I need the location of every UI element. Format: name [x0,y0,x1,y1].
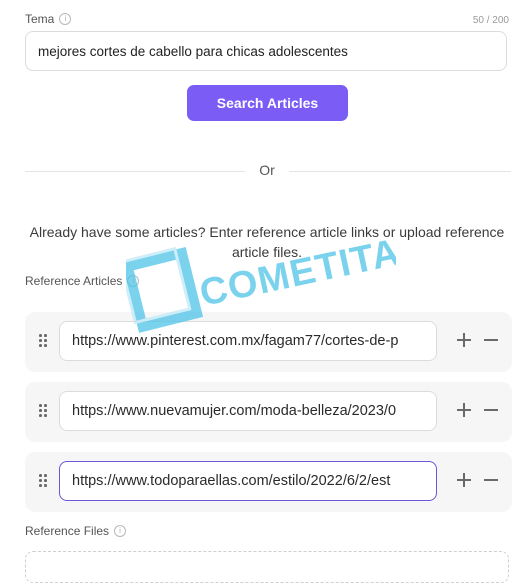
reference-articles-label: Reference Articles [25,274,123,288]
or-divider-text: Or [250,162,284,178]
add-row-plus-icon[interactable] [457,473,471,487]
remove-row-minus-icon[interactable] [484,403,498,417]
reference-url-input[interactable]: https://www.pinterest.com.mx/fagam77/cor… [59,321,437,361]
reference-article-row: https://www.pinterest.com.mx/fagam77/cor… [25,312,512,372]
reference-url-value: https://www.nuevamujer.com/moda-belleza/… [72,403,397,419]
reference-url-input[interactable]: https://www.todoparaellas.com/estilo/202… [59,461,437,501]
remove-row-minus-icon[interactable] [484,333,498,347]
info-icon[interactable]: i [127,275,140,287]
reference-files-dropzone[interactable] [25,551,509,583]
character-counter: 50 / 200 [472,15,509,26]
info-icon[interactable]: i [114,525,127,537]
drag-handle-icon[interactable] [39,334,49,350]
reference-files-label-row: Reference Files i [25,524,127,538]
topic-input-value: mejores cortes de cabello para chicas ad… [38,43,348,59]
reference-hint-text: Already have some articles? Enter refere… [29,224,505,260]
info-icon[interactable]: i [59,13,72,25]
drag-handle-icon[interactable] [39,474,49,490]
topic-label: Tema [25,12,55,26]
drag-handle-icon[interactable] [39,404,49,420]
reference-url-value: https://www.todoparaellas.com/estilo/202… [72,473,391,489]
divider-right [289,171,511,172]
add-row-plus-icon[interactable] [457,403,471,417]
topic-label-row: Tema i [25,12,72,26]
reference-article-row: https://www.todoparaellas.com/estilo/202… [25,452,512,512]
reference-article-row: https://www.nuevamujer.com/moda-belleza/… [25,382,512,442]
add-row-plus-icon[interactable] [457,333,471,347]
reference-url-input[interactable]: https://www.nuevamujer.com/moda-belleza/… [59,391,437,431]
topic-input[interactable]: mejores cortes de cabello para chicas ad… [25,31,507,71]
remove-row-minus-icon[interactable] [484,473,498,487]
search-articles-button[interactable]: Search Articles [187,85,348,121]
divider-left [25,171,245,172]
reference-articles-label-row: Reference Articles i [25,274,140,288]
reference-url-value: https://www.pinterest.com.mx/fagam77/cor… [72,333,399,349]
reference-files-label: Reference Files [25,524,110,538]
